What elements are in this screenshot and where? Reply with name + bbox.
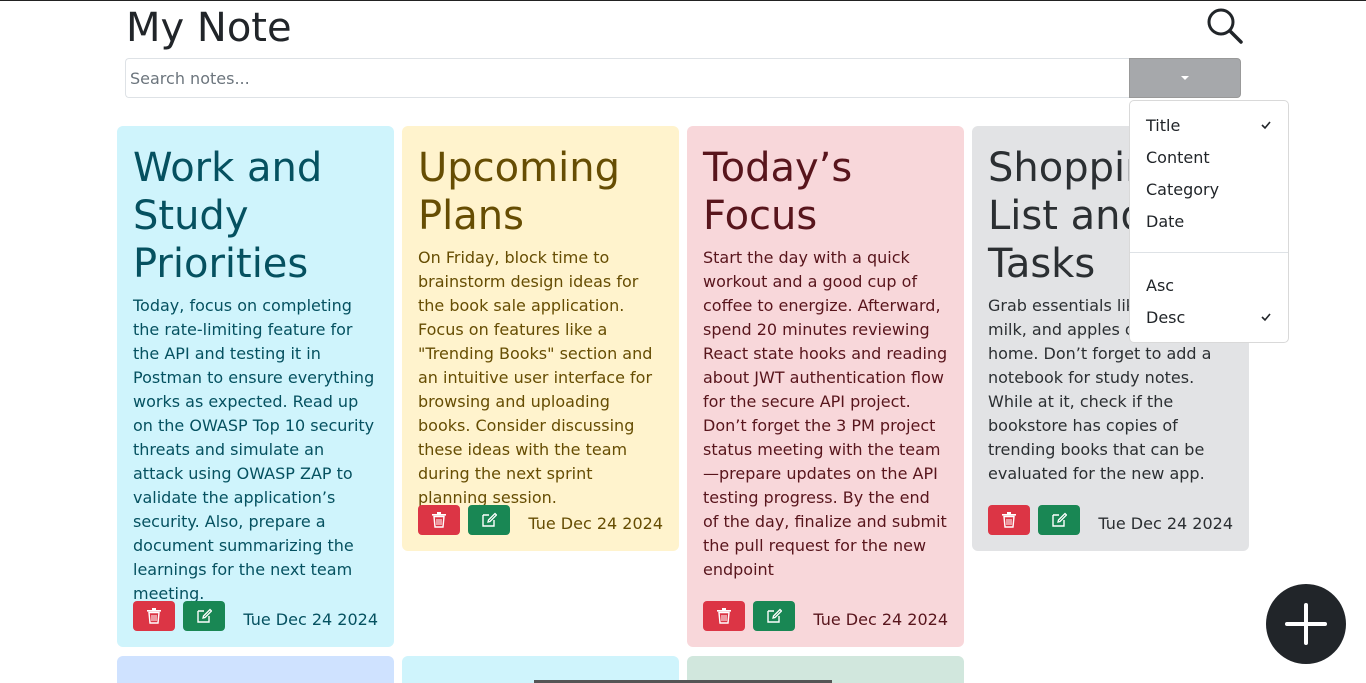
plus-icon [1285,603,1327,645]
note-card: Work and Study Priorities Today, focus o… [117,126,394,647]
sort-option-label: Desc [1146,307,1186,327]
note-content: Today, focus on completing the rate-limi… [133,296,375,603]
note-card: Upcoming Plans On Friday, block time to … [402,126,679,551]
delete-note-button[interactable] [133,601,175,631]
edit-note-button[interactable] [183,601,225,631]
pencil-square-icon [1052,512,1067,527]
search-input[interactable] [125,58,1129,98]
note-date: Tue Dec 24 2024 [1098,514,1233,533]
sort-dropdown-toggle[interactable] [1129,58,1241,98]
note-title: Work and Study Priorities [133,145,323,287]
note-date: Tue Dec 24 2024 [528,514,663,533]
sort-dropdown-menu: Title Content Category Date Asc Desc [1129,100,1289,343]
pencil-square-icon [197,608,212,623]
sort-option-label: Asc [1146,275,1175,295]
note-title: Upcoming Plans [418,145,620,239]
note-footer: Tue Dec 24 2024 [133,601,378,631]
pencil-square-icon [767,608,782,623]
dropdown-divider [1130,252,1288,253]
sort-option-date[interactable]: Date [1130,205,1288,237]
edit-note-button[interactable] [1038,505,1080,535]
note-card-partial [117,656,394,683]
sort-option-content[interactable]: Content [1130,141,1288,173]
add-note-button[interactable] [1266,584,1346,664]
note-footer: Tue Dec 24 2024 [988,505,1233,535]
pencil-square-icon [482,512,497,527]
note-footer: Tue Dec 24 2024 [418,505,663,535]
chevron-down-icon [1181,76,1189,80]
note-card: Today’s Focus Start the day with a quick… [687,126,964,647]
note-footer: Tue Dec 24 2024 [703,601,948,631]
note-content: On Friday, block time to brainstorm desi… [418,248,653,507]
sort-option-label: Category [1146,179,1220,199]
app-title: My Note [126,5,292,51]
sort-option-category[interactable]: Category [1130,173,1288,205]
note-card-partial [687,656,964,683]
sort-option-asc[interactable]: Asc [1130,269,1288,301]
edit-note-button[interactable] [753,601,795,631]
trash-icon [147,608,161,624]
search-icon[interactable] [1206,7,1244,45]
note-title: Today’s Focus [703,145,853,239]
note-card-partial [402,656,679,683]
trash-icon [432,512,446,528]
sort-option-label: Title [1146,115,1181,135]
check-icon [1261,121,1271,130]
edit-note-button[interactable] [468,505,510,535]
check-icon [1261,313,1271,322]
sort-option-title[interactable]: Title [1130,109,1288,141]
sort-option-label: Date [1146,211,1185,231]
note-date: Tue Dec 24 2024 [813,610,948,629]
sort-option-label: Content [1146,147,1210,167]
search-bar [125,58,1241,98]
trash-icon [1002,512,1016,528]
trash-icon [717,608,731,624]
delete-note-button[interactable] [988,505,1030,535]
note-content: Start the day with a quick workout and a… [703,248,948,579]
delete-note-button[interactable] [703,601,745,631]
delete-note-button[interactable] [418,505,460,535]
sort-option-desc[interactable]: Desc [1130,301,1288,333]
note-date: Tue Dec 24 2024 [243,610,378,629]
